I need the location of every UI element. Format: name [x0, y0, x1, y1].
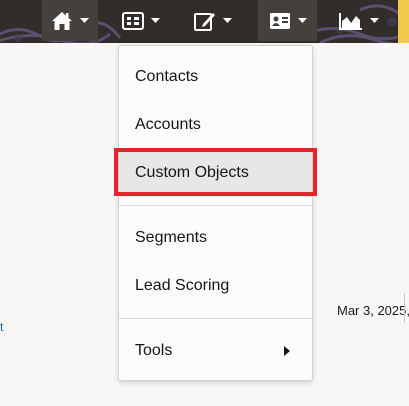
menu-item-label: Tools	[135, 342, 173, 359]
menu-item-custom-objects[interactable]: Custom Objects	[119, 149, 312, 197]
menu-item-label: Accounts	[135, 116, 201, 133]
chevron-down-icon	[80, 18, 89, 23]
chevron-down-icon	[151, 18, 160, 23]
pencil-icon	[194, 12, 215, 31]
menu-item-label: Lead Scoring	[135, 277, 230, 294]
menu-item-tools[interactable]: Tools	[119, 327, 312, 375]
menu-divider	[119, 318, 312, 319]
date-label: Mar 3, 2025,	[337, 303, 409, 318]
menu-item-label: Custom Objects	[135, 164, 249, 181]
menu-divider	[119, 205, 312, 206]
nav-orchestration-button[interactable]	[114, 0, 168, 41]
audience-dropdown-menu: Contacts Accounts Custom Objects Segment…	[118, 45, 313, 381]
flow-icon	[122, 11, 144, 30]
home-icon	[52, 11, 72, 30]
menu-item-segments[interactable]: Segments	[119, 214, 312, 262]
menu-item-label: Segments	[135, 229, 208, 246]
chevron-down-icon	[223, 18, 232, 23]
top-navigation-bar	[0, 0, 409, 43]
chevron-right-icon	[284, 346, 290, 356]
partial-link[interactable]: t	[0, 320, 3, 334]
chevron-down-icon	[370, 18, 379, 23]
menu-item-lead-scoring[interactable]: Lead Scoring	[119, 262, 312, 310]
menu-item-accounts[interactable]: Accounts	[119, 101, 312, 149]
menu-item-contacts[interactable]: Contacts	[119, 53, 312, 101]
nav-home-button[interactable]	[42, 0, 98, 41]
area-chart-icon	[339, 12, 362, 30]
nav-insight-button[interactable]	[331, 0, 387, 41]
chevron-down-icon	[297, 18, 307, 23]
contact-card-icon	[269, 12, 290, 29]
menu-item-label: Contacts	[135, 68, 199, 85]
nav-assets-button[interactable]	[186, 0, 240, 41]
divider	[404, 293, 405, 323]
nav-audience-button[interactable]	[258, 0, 317, 41]
